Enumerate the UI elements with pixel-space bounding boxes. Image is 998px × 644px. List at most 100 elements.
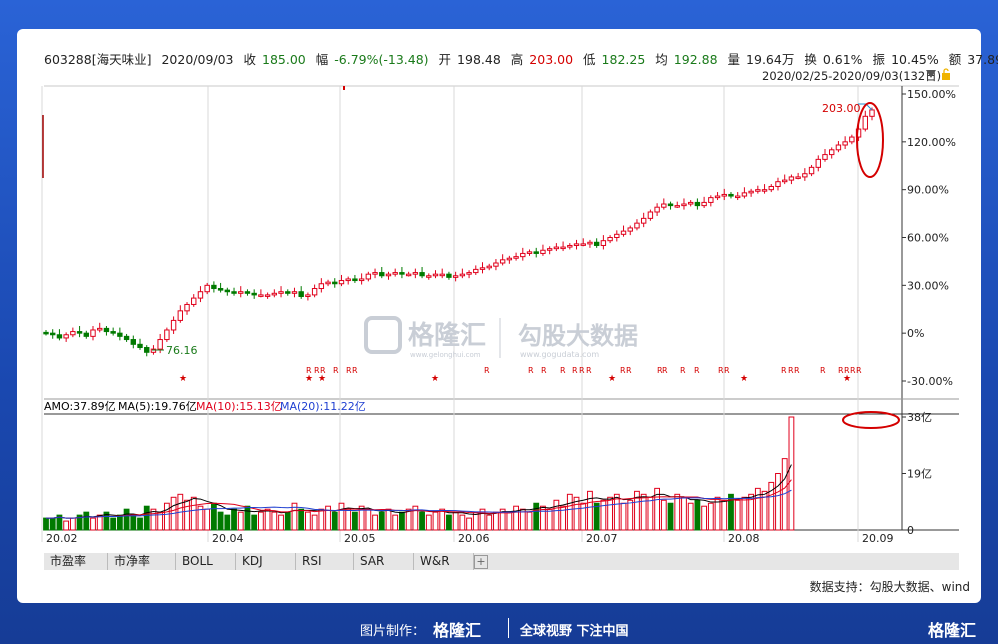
volume-bar: [660, 499, 667, 531]
indicator-tab[interactable]: 市净率: [108, 553, 176, 570]
candle-body: [640, 217, 647, 224]
candle-body: [338, 280, 345, 285]
candle-body: [869, 109, 875, 117]
candle-body: [271, 292, 278, 296]
volume-bar: [257, 511, 264, 531]
indicator-tab[interactable]: 市盈率: [44, 553, 108, 570]
volume-bar: [392, 514, 399, 531]
footer-made-by: 图片制作：: [360, 624, 426, 639]
candle-body: [372, 272, 378, 275]
volume-bar: [687, 502, 694, 531]
y-tick-label: 30.00%: [907, 279, 949, 292]
volume-bar: [587, 490, 593, 531]
volume-bar: [244, 505, 251, 531]
volume-bar: [513, 505, 519, 531]
candle-body: [533, 251, 539, 254]
candle-body: [399, 272, 405, 275]
candle-body: [835, 144, 842, 151]
candle-body: [849, 136, 855, 143]
footer-divider: [508, 618, 509, 638]
volume-bar: [627, 499, 634, 531]
candle-body: [661, 203, 667, 208]
candle-body: [439, 273, 445, 277]
event-star-icon: ★: [179, 374, 187, 384]
candle-body: [614, 233, 620, 239]
candle-body: [775, 181, 781, 187]
high-price-label: 203.00: [822, 102, 861, 115]
candle-body: [513, 256, 519, 259]
candle-body: [674, 205, 680, 208]
candle-body: [412, 272, 419, 275]
volume-bar: [96, 514, 103, 531]
indicator-tab[interactable]: RSI: [296, 553, 354, 570]
volume-bar: [372, 514, 378, 531]
volume-bar: [49, 517, 56, 531]
y-tick-label: 120.00%: [907, 136, 956, 149]
candle-body: [708, 197, 714, 203]
candle-body: [654, 206, 660, 213]
candle-body: [83, 332, 89, 337]
candle-body: [446, 273, 452, 278]
candle-body: [285, 291, 291, 294]
candle-body: [734, 195, 741, 199]
footer: 图片制作： 格隆汇 全球视野 下注中国 格隆汇: [0, 614, 998, 642]
volume-bar: [526, 511, 533, 531]
candle-body: [332, 281, 338, 285]
candle-body: [251, 292, 257, 296]
event-star-icon: ★: [305, 374, 313, 384]
indicator-tab[interactable]: KDJ: [236, 553, 296, 570]
indicator-tab[interactable]: SAR: [354, 553, 414, 570]
candle-body: [781, 179, 788, 183]
event-r-marker: R: [820, 366, 826, 375]
candle-body: [459, 273, 466, 277]
candle-body: [217, 288, 224, 291]
volume-bar: [217, 511, 224, 531]
volume-bar: [533, 502, 540, 531]
candle-body: [50, 332, 56, 336]
candle-body: [540, 249, 546, 254]
event-r-marker: R: [572, 366, 578, 375]
candle-body: [546, 248, 553, 251]
volume-bar: [741, 496, 748, 531]
candle-body: [298, 291, 304, 297]
candle-body: [560, 246, 566, 250]
indicator-tab[interactable]: W&R: [414, 553, 474, 570]
volume-tick-label: 0: [907, 524, 914, 537]
candle-body: [117, 332, 123, 337]
candle-body: [607, 237, 613, 242]
volume-bar: [452, 511, 459, 531]
candle-body: [647, 211, 654, 219]
volume-bar: [425, 514, 432, 531]
x-tick-label: 20.02: [46, 532, 78, 545]
volume-bar: [459, 514, 466, 531]
volume-bar: [681, 496, 687, 531]
candle-body: [681, 203, 687, 207]
indicator-tab[interactable]: BOLL: [176, 553, 236, 570]
volume-bar: [190, 496, 197, 531]
event-r-marker: R: [724, 366, 730, 375]
volume-bar: [137, 517, 143, 531]
candle-body: [379, 272, 385, 277]
volume-bar: [90, 517, 96, 531]
candle-body: [70, 331, 76, 336]
volume-bar: [432, 511, 439, 531]
candle-body: [358, 278, 365, 282]
candle-body: [694, 201, 701, 207]
candle-body: [103, 327, 110, 333]
watermark-brand-url: www.gelonghui.com: [410, 351, 481, 359]
candle-body: [600, 240, 607, 246]
candle-body: [795, 176, 801, 179]
candle-body: [829, 149, 835, 156]
add-indicator-icon[interactable]: +: [474, 555, 488, 569]
x-tick-label: 20.07: [586, 532, 618, 545]
candle-body: [244, 291, 251, 294]
volume-bar: [640, 493, 647, 531]
candle-body: [197, 291, 204, 299]
volume-bar: [446, 514, 452, 531]
volume-bar: [593, 502, 600, 531]
candle-body: [748, 190, 754, 194]
candle-body: [714, 195, 721, 199]
volume-bar: [298, 508, 305, 531]
candle-body: [473, 268, 479, 274]
footer-brand: 格隆汇: [433, 621, 482, 640]
